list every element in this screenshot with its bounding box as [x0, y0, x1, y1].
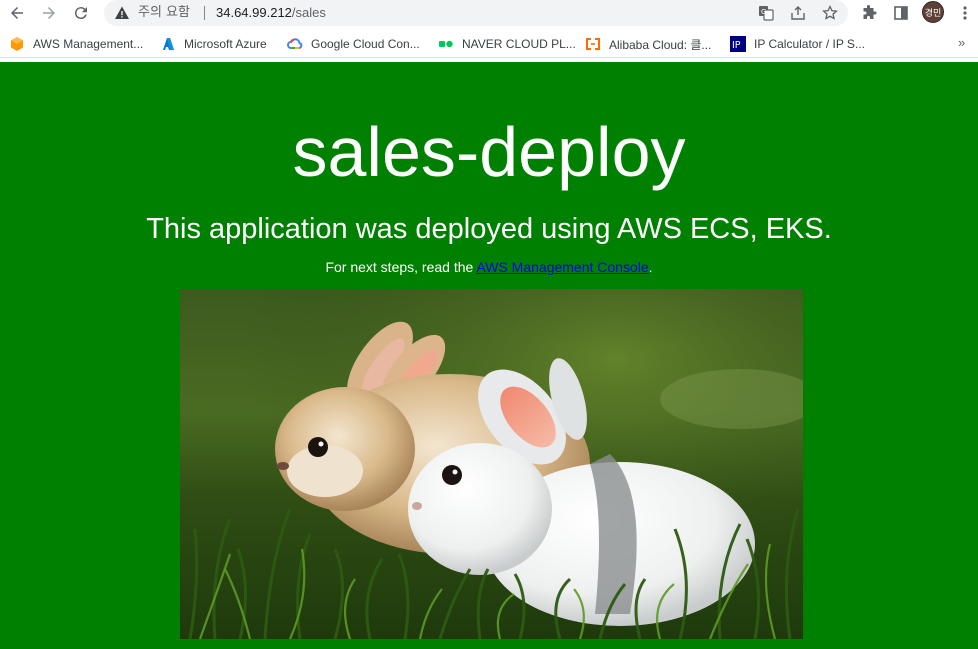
rabbits-photo: [180, 289, 803, 639]
share-button[interactable]: [788, 3, 808, 23]
rabbits-image: [180, 289, 803, 639]
bookmark-label: Microsoft Azure: [184, 37, 267, 51]
bookmark-star-button[interactable]: [820, 3, 840, 23]
bookmark-label: IP Calculator / IP S...: [754, 37, 865, 51]
arrow-left-icon: [11, 7, 23, 19]
side-panel-icon: [894, 6, 908, 20]
side-panel-button[interactable]: [890, 2, 912, 24]
aws-console-link[interactable]: AWS Management Console: [476, 259, 648, 275]
share-icon: [791, 6, 805, 20]
reload-button[interactable]: [68, 1, 94, 25]
alibaba-cloud-icon: [586, 38, 600, 50]
url-path: /sales: [291, 5, 326, 20]
star-icon: [822, 5, 838, 20]
puzzle-icon: [863, 5, 877, 19]
bookmark-alibaba-cloud[interactable]: Alibaba Cloud: 클...: [585, 35, 711, 53]
note-suffix: .: [648, 259, 653, 275]
translate-button[interactable]: G: [756, 3, 776, 23]
note-prefix: For next steps, read the: [325, 259, 477, 275]
bookmark-label: Alibaba Cloud: 클...: [609, 37, 712, 52]
more-vertical-icon: [963, 6, 967, 20]
extensions-button[interactable]: [858, 2, 880, 24]
svg-text:G: G: [761, 8, 766, 16]
profile-avatar[interactable]: 경민: [922, 1, 944, 23]
warning-icon[interactable]: [114, 5, 130, 21]
reload-icon: [74, 7, 87, 20]
page-content: sales-deploy This application was deploy…: [0, 62, 978, 649]
bookmark-naver-cloud[interactable]: NAVER CLOUD PL...: [438, 35, 576, 53]
bookmark-ip-calculator[interactable]: IP IP Calculator / IP S...: [730, 35, 865, 53]
translate-icon: G: [759, 6, 774, 21]
page-subtitle: This application was deployed using AWS …: [146, 213, 832, 245]
ip-calculator-icon: IP: [730, 36, 746, 52]
browser-toolbar: 주의 요함 34.64.99.212/sales G 경민: [0, 0, 978, 27]
google-cloud-icon: [287, 38, 303, 49]
bookmark-google-cloud[interactable]: Google Cloud Con...: [287, 35, 420, 53]
bookmarks-bar: AWS Management... Microsoft Azure Google…: [0, 29, 978, 58]
bookmark-label: Google Cloud Con...: [311, 37, 420, 51]
naver-cloud-icon: [439, 40, 453, 48]
arrow-right-icon: [43, 7, 55, 19]
back-button[interactable]: [4, 1, 30, 25]
page-title: sales-deploy: [292, 113, 686, 191]
url-host: 34.64.99.212: [216, 5, 292, 20]
bookmark-label: NAVER CLOUD PL...: [462, 37, 576, 51]
url-text[interactable]: 34.64.99.212/sales: [216, 5, 326, 21]
bookmark-label: AWS Management...: [33, 37, 144, 51]
browser-menu-button[interactable]: [954, 2, 976, 24]
security-status-label[interactable]: 주의 요함: [138, 5, 190, 21]
aws-icon: [11, 37, 23, 51]
omnibox-divider: [204, 6, 205, 20]
forward-button[interactable]: [36, 1, 62, 25]
azure-icon: [163, 38, 174, 50]
more-bookmarks-chevron-icon[interactable]: »: [958, 35, 965, 50]
bookmark-azure[interactable]: Microsoft Azure: [160, 35, 267, 53]
bookmark-aws[interactable]: AWS Management...: [9, 35, 143, 53]
svg-text:IP: IP: [732, 40, 741, 51]
next-steps-note: For next steps, read the AWS Management …: [0, 259, 978, 275]
address-bar[interactable]: 주의 요함 34.64.99.212/sales G: [104, 0, 848, 26]
